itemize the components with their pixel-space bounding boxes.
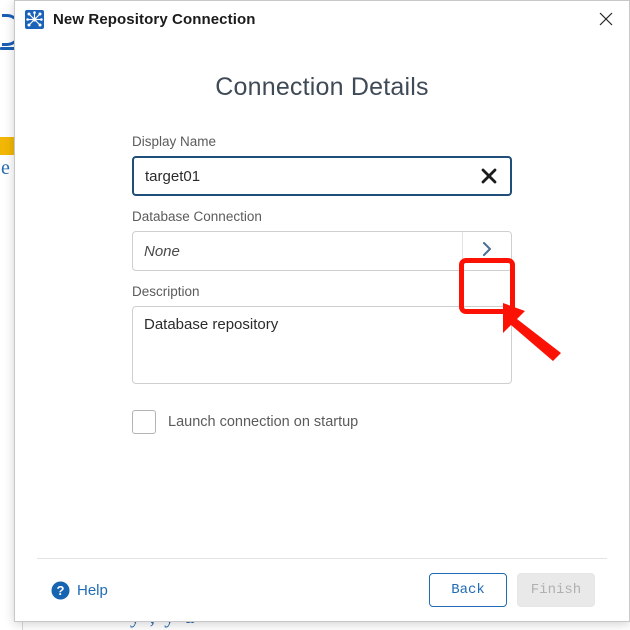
page-title: Connection Details — [215, 73, 429, 101]
database-connection-browse-button[interactable] — [462, 232, 511, 270]
display-name-label: Display Name — [132, 134, 217, 149]
description-field: Description Database repository — [132, 284, 512, 384]
dialog-titlebar: New Repository Connection — [15, 1, 629, 37]
description-textarea[interactable]: Database repository — [132, 306, 512, 384]
database-connection-input[interactable]: None — [132, 231, 512, 271]
dialog-body: Connection Details Display Name target01 — [15, 37, 629, 558]
close-icon[interactable] — [583, 2, 629, 36]
connection-details-form: Display Name target01 Database Connectio… — [132, 134, 512, 434]
chevron-right-icon — [480, 240, 494, 263]
svg-text:?: ? — [57, 583, 65, 598]
launch-on-startup-row[interactable]: Launch connection on startup — [132, 410, 512, 434]
back-button[interactable]: Back — [429, 573, 507, 607]
new-repository-connection-dialog: New Repository Connection Connection Det… — [14, 0, 630, 622]
help-label: Help — [77, 581, 108, 599]
network-nodes-icon — [25, 9, 44, 29]
database-connection-field: Database Connection None — [132, 209, 512, 271]
launch-on-startup-label: Launch connection on startup — [168, 414, 359, 430]
display-name-field: Display Name target01 — [132, 134, 512, 196]
display-name-value: target01 — [145, 167, 201, 185]
description-label: Description — [132, 284, 200, 299]
finish-button: Finish — [517, 573, 595, 607]
display-name-input[interactable]: target01 — [132, 156, 512, 196]
launch-on-startup-checkbox[interactable] — [132, 410, 156, 434]
clear-x-icon[interactable] — [476, 163, 502, 189]
database-connection-value: None — [144, 242, 180, 260]
database-connection-label: Database Connection — [132, 209, 262, 224]
background-glyph-letter: e — [1, 157, 10, 179]
question-circle-icon: ? — [51, 581, 70, 600]
help-link[interactable]: ? Help — [51, 581, 108, 600]
dialog-footer: ? Help Back Finish — [37, 558, 607, 621]
footer-button-group: Back Finish — [429, 573, 595, 607]
dialog-title: New Repository Connection — [53, 10, 256, 28]
